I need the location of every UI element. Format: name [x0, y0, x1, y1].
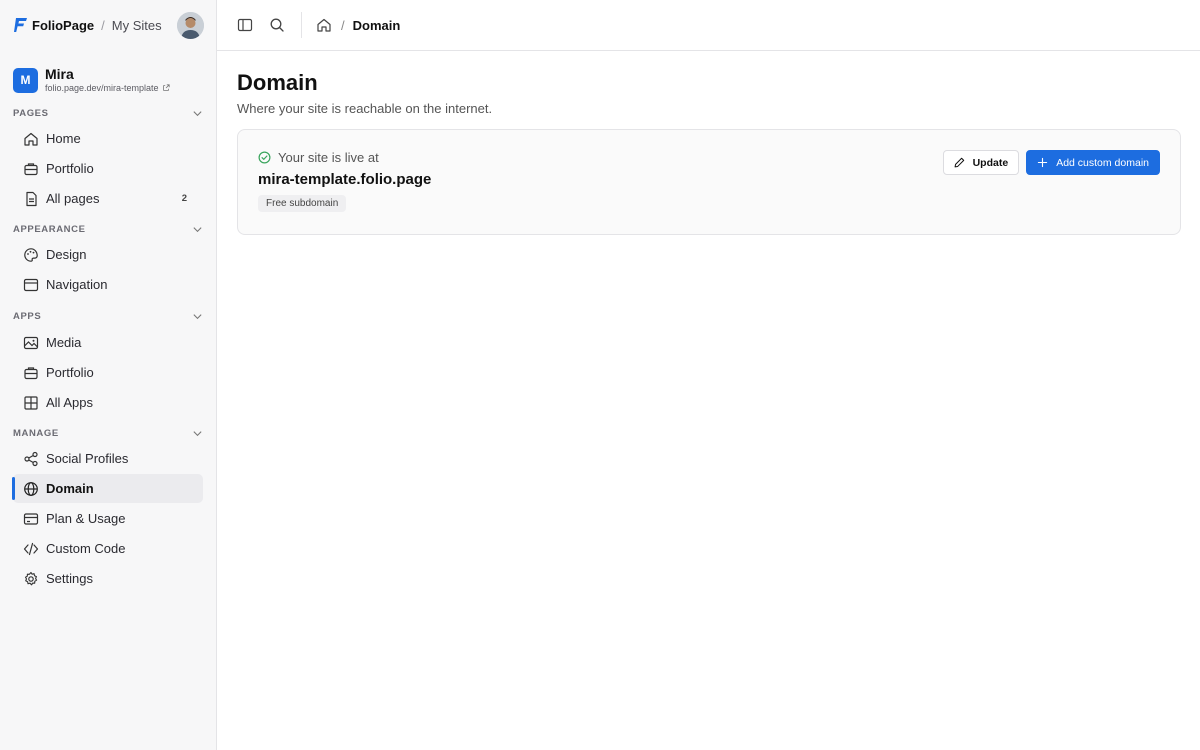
sidebar-item-custom-code[interactable]: Custom Code: [13, 534, 203, 563]
grid-icon: [24, 395, 38, 410]
page-title: Domain: [237, 70, 318, 95]
section-title: APPEARANCE: [13, 223, 86, 235]
share-icon: [24, 451, 38, 466]
foliopage-logo-icon: [14, 18, 27, 32]
domain-actions: Update Add custom domain: [942, 150, 1160, 175]
sidebar-item-navigation[interactable]: Navigation: [13, 270, 203, 299]
briefcase-icon: [24, 162, 38, 175]
sidebar-toggle-icon[interactable]: [237, 17, 253, 33]
sidebar-item-label: All Apps: [46, 395, 93, 410]
sidebar-item-media[interactable]: Media: [13, 328, 203, 357]
section-title: APPS: [13, 310, 42, 322]
search-icon[interactable]: [269, 17, 285, 33]
add-custom-domain-button[interactable]: Add custom domain: [1026, 150, 1160, 175]
app-root: FolioPage / My Sites M Mira folio.page.d…: [0, 0, 1200, 750]
chevron-down-icon: [193, 110, 202, 116]
site-url-link[interactable]: folio.page.dev/mira-template: [45, 82, 170, 94]
card-icon: [23, 512, 39, 525]
page-subtitle: Where your site is reachable on the inte…: [237, 101, 493, 116]
sidebar-item-label: Portfolio: [46, 161, 94, 176]
gear-icon: [24, 571, 38, 585]
external-link-icon: [162, 84, 170, 91]
site-initial-badge: M: [13, 67, 38, 93]
sidebar-item-portfolio[interactable]: Portfolio: [13, 154, 203, 183]
update-button-label: Update: [972, 156, 1009, 169]
sidebar-item-label: Social Profiles: [46, 451, 129, 466]
section-appearance-header[interactable]: APPEARANCE: [0, 219, 216, 239]
sidebar-item-label: Navigation: [46, 277, 108, 292]
home-icon: [24, 132, 38, 146]
user-avatar-icon: [177, 11, 204, 39]
site-name: Mira: [45, 66, 74, 82]
sidebar-item-domain[interactable]: Domain: [12, 474, 203, 503]
sidebar-item-apps-portfolio[interactable]: Portfolio: [13, 358, 203, 387]
breadcrumb-separator: /: [341, 17, 345, 33]
site-info: Mira folio.page.dev/mira-template: [45, 66, 170, 94]
section-pages-header[interactable]: PAGES: [0, 103, 216, 123]
sidebar-item-label: Media: [46, 335, 82, 350]
sidebar-item-plan-usage[interactable]: Plan & Usage: [13, 504, 203, 533]
sidebar-item-label: Plan & Usage: [46, 511, 126, 526]
sidebar-item-label: Settings: [46, 571, 93, 586]
plus-icon: [1038, 157, 1048, 168]
sidebar: FolioPage / My Sites M Mira folio.page.d…: [0, 0, 217, 750]
page-count-badge: 2: [181, 193, 187, 204]
section-title: MANAGE: [13, 427, 59, 439]
sidebar-item-all-pages[interactable]: All pages 2: [13, 184, 203, 213]
section-apps-header[interactable]: APPS: [0, 306, 216, 326]
brand-separator: /: [101, 17, 105, 33]
brand-row: FolioPage / My Sites: [0, 0, 216, 50]
my-sites-link[interactable]: My Sites: [112, 18, 162, 33]
code-icon: [23, 542, 39, 555]
sidebar-item-label: Domain: [46, 481, 94, 496]
avatar[interactable]: [177, 11, 204, 39]
section-title: PAGES: [13, 107, 49, 119]
sidebar-item-all-apps[interactable]: All Apps: [13, 388, 203, 417]
sidebar-item-label: Portfolio: [46, 365, 94, 380]
chevron-down-icon: [193, 226, 202, 232]
sidebar-item-settings[interactable]: Settings: [13, 564, 203, 593]
palette-icon: [24, 247, 38, 262]
sidebar-item-label: Custom Code: [46, 541, 126, 556]
briefcase-icon: [24, 366, 38, 379]
check-circle-icon: [258, 151, 271, 164]
subdomain-tag: Free subdomain: [258, 195, 347, 212]
pencil-icon: [954, 157, 964, 168]
sidebar-item-home[interactable]: Home: [13, 124, 203, 153]
update-button[interactable]: Update: [942, 150, 1020, 175]
domain-card: Your site is live at mira-template.folio…: [237, 129, 1181, 235]
brand-name[interactable]: FolioPage: [32, 18, 94, 33]
site-switcher[interactable]: M Mira folio.page.dev/mira-template: [0, 65, 216, 95]
sidebar-item-label: Home: [46, 131, 81, 146]
site-url-text: folio.page.dev/mira-template: [45, 83, 159, 93]
live-status-text: Your site is live at: [278, 150, 379, 165]
sidebar-item-social-profiles[interactable]: Social Profiles: [13, 444, 203, 473]
topbar-divider: [301, 12, 302, 38]
window-icon: [23, 278, 39, 291]
section-manage-header[interactable]: MANAGE: [0, 423, 216, 443]
sidebar-item-label: All pages: [46, 191, 100, 206]
main-content: Domain Where your site is reachable on t…: [237, 70, 1181, 235]
home-icon[interactable]: [316, 17, 332, 33]
image-icon: [23, 336, 39, 349]
top-bar: / Domain: [217, 0, 1200, 51]
chevron-down-icon: [193, 313, 202, 319]
breadcrumb-current: Domain: [352, 17, 401, 33]
breadcrumb: / Domain: [316, 17, 400, 33]
sidebar-item-design[interactable]: Design: [13, 240, 203, 269]
pages-icon: [26, 191, 37, 206]
chevron-down-icon: [193, 430, 202, 436]
add-custom-domain-label: Add custom domain: [1056, 156, 1149, 169]
globe-icon: [24, 481, 38, 496]
sidebar-item-label: Design: [46, 247, 87, 262]
